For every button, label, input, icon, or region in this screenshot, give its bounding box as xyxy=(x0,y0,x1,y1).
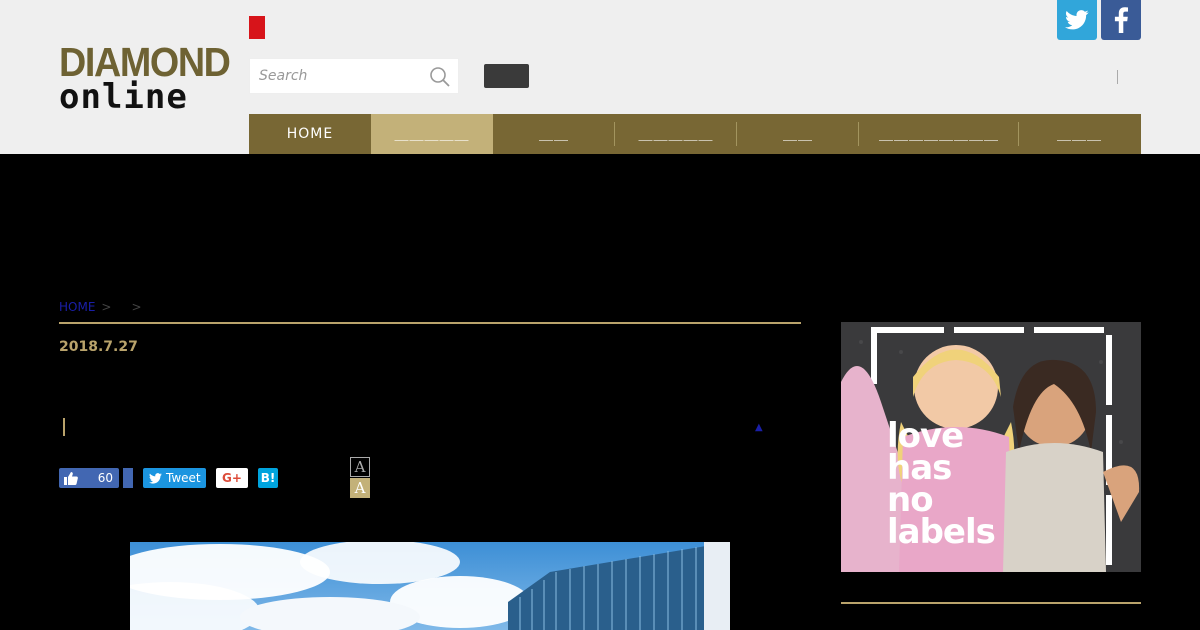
nav-item-6[interactable]: ＿＿＿＿＿＿＿＿ xyxy=(859,114,1019,154)
ad-slogan: love has no labels xyxy=(887,416,996,552)
header-divider xyxy=(1117,70,1118,84)
nav-item-2[interactable]: ＿＿＿＿＿ xyxy=(371,114,493,154)
tweet-button[interactable]: Tweet xyxy=(143,468,206,488)
google-plus-button[interactable]: G+ xyxy=(216,468,248,488)
site-header: DIAMOND online HOME ＿＿＿＿＿ ＿＿ ＿＿＿＿＿ ＿＿ ＿＿… xyxy=(0,0,1200,154)
search-icon[interactable] xyxy=(428,65,452,89)
nav-item-home[interactable]: HOME xyxy=(249,114,371,154)
font-size-large-button[interactable]: A xyxy=(350,478,370,498)
nav-item-4[interactable]: ＿＿＿＿＿ xyxy=(615,114,737,154)
breadcrumb-separator: > xyxy=(101,300,112,314)
twitter-bird-icon xyxy=(149,472,162,484)
sidebar-ad-banner[interactable]: love has no labels xyxy=(841,322,1141,572)
like-count: 60 xyxy=(97,471,113,485)
diamond-online-logo[interactable]: DIAMOND online xyxy=(59,42,231,115)
like-button-tail xyxy=(123,468,133,488)
thumbs-up-icon xyxy=(64,471,78,485)
title-bar-marker xyxy=(63,418,65,436)
font-size-small-button[interactable]: A xyxy=(350,457,370,477)
article-divider xyxy=(59,322,801,324)
article-date: 2018.7.27 xyxy=(59,339,138,355)
sidebar-divider xyxy=(841,602,1141,604)
hatena-bookmark-button[interactable]: B! xyxy=(258,468,278,488)
article-hero-image xyxy=(130,542,730,630)
nav-item-3[interactable]: ＿＿ xyxy=(493,114,615,154)
breadcrumb: HOME > > xyxy=(59,300,152,314)
twitter-icon[interactable] xyxy=(1057,0,1097,40)
tweet-label: Tweet xyxy=(166,471,201,485)
nav-item-5[interactable]: ＿＿ xyxy=(737,114,859,154)
red-marker xyxy=(249,16,265,39)
triangle-marker[interactable]: ▲ xyxy=(755,422,763,433)
main-nav: HOME ＿＿＿＿＿ ＿＿ ＿＿＿＿＿ ＿＿ ＿＿＿＿＿＿＿＿ ＿＿＿ xyxy=(249,114,1141,154)
search-box xyxy=(249,58,459,94)
facebook-like-button[interactable]: 60 xyxy=(59,468,119,488)
breadcrumb-separator: > xyxy=(131,300,142,314)
nav-item-7[interactable]: ＿＿＿ xyxy=(1019,114,1140,154)
header-button[interactable] xyxy=(484,64,529,88)
breadcrumb-home[interactable]: HOME xyxy=(59,300,95,314)
search-input[interactable] xyxy=(250,59,420,93)
facebook-icon[interactable] xyxy=(1101,0,1141,40)
